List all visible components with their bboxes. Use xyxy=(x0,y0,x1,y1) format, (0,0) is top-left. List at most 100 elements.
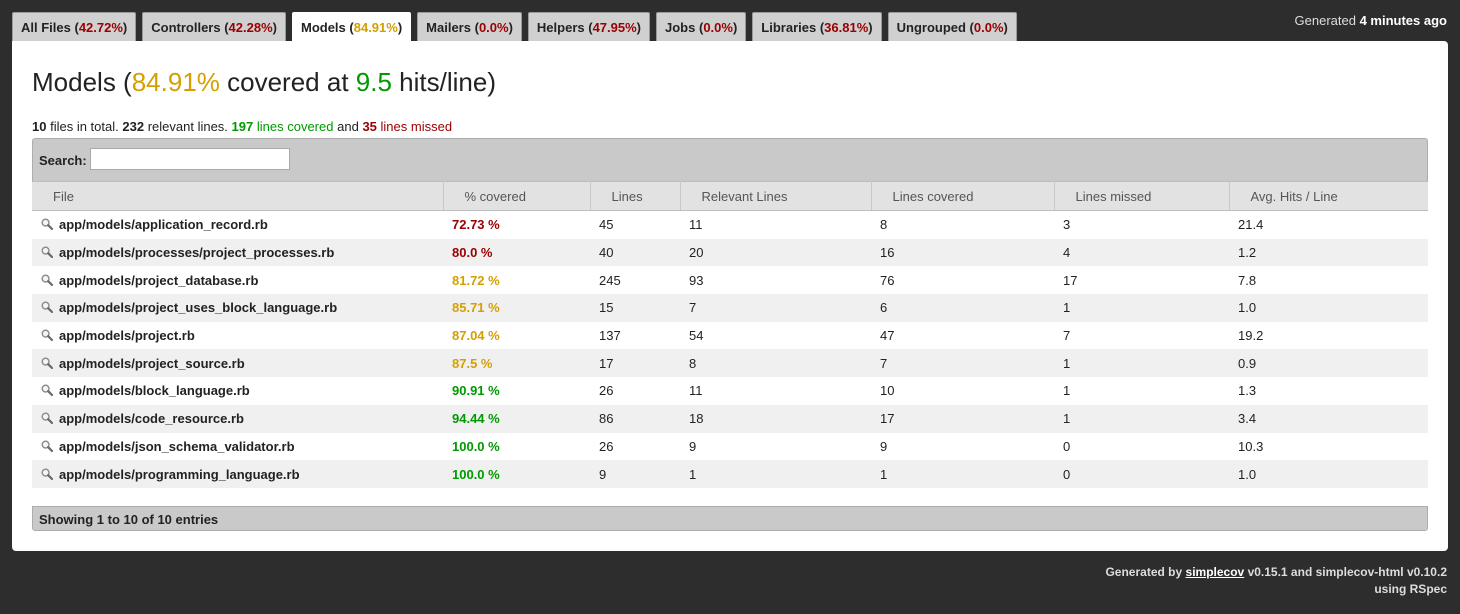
relevant-cell: 18 xyxy=(680,404,871,433)
tab-libraries[interactable]: Libraries (36.81%) xyxy=(752,12,882,41)
lines-cell: 45 xyxy=(590,210,680,239)
search-bar: Search: xyxy=(32,138,1428,181)
avg-hits-cell: 1.0 xyxy=(1229,460,1428,488)
lines-cell: 9 xyxy=(590,460,680,488)
missed-cell: 4 xyxy=(1054,238,1229,267)
file-cell: app/models/project.rb xyxy=(32,321,443,350)
covered-cell: 6 xyxy=(871,294,1054,322)
covered-cell: 16 xyxy=(871,238,1054,267)
summary-and: and xyxy=(337,119,359,134)
table-row: app/models/code_resource.rb 94.44 % 86 18 17… xyxy=(32,404,1428,433)
summary-files-text: files in total. xyxy=(50,119,119,134)
tab-percent: 0.0% xyxy=(478,19,509,35)
coverage-cell: 94.44 % xyxy=(443,404,590,433)
column-header[interactable]: Lines xyxy=(590,181,681,211)
covered-cell: 47 xyxy=(871,321,1054,350)
tab-helpers[interactable]: Helpers (47.95%) xyxy=(527,12,651,41)
tab-models[interactable]: Models (84.91%) xyxy=(291,12,412,42)
coverage-cell: 80.0 % xyxy=(443,238,590,267)
file-link[interactable]: app/models/project_database.rb xyxy=(59,273,258,288)
missed-cell: 3 xyxy=(1054,210,1229,239)
coverage-cell: 100.0 % xyxy=(443,432,590,461)
file-link[interactable]: app/models/project.rb xyxy=(59,328,195,343)
file-link[interactable]: app/models/block_language.rb xyxy=(59,383,250,398)
lines-cell: 26 xyxy=(590,377,680,405)
tab-ungrouped[interactable]: Ungrouped (0.0%) xyxy=(887,12,1017,41)
tab-percent: 0.0% xyxy=(703,19,733,35)
coverage-cell: 81.72 % xyxy=(443,266,590,295)
avg-hits-cell: 7.8 xyxy=(1229,266,1428,295)
table-row: app/models/programming_language.rb 100.0 … xyxy=(32,460,1428,488)
tab-controllers[interactable]: Controllers (42.28%) xyxy=(142,12,286,41)
file-link[interactable]: app/models/project_source.rb xyxy=(59,356,245,371)
tab-percent: 47.95% xyxy=(592,19,637,35)
file-link[interactable]: app/models/json_schema_validator.rb xyxy=(59,439,295,454)
tab-label: Models xyxy=(300,20,346,35)
column-header[interactable]: Lines covered xyxy=(871,181,1055,211)
magnifier-icon xyxy=(41,440,54,452)
table-row: app/models/processes/project_processes.r… xyxy=(32,238,1428,267)
page-title: Models (84.91% covered at 9.5 hits/line) xyxy=(32,67,496,97)
tab-percent: 0.0% xyxy=(973,19,1004,35)
tab-label: All Files xyxy=(21,19,71,35)
generated-value: 4 minutes ago xyxy=(1359,13,1447,28)
footer-runner: using RSpec xyxy=(1374,582,1447,596)
missed-cell: 17 xyxy=(1054,266,1229,295)
avg-hits-cell: 10.3 xyxy=(1229,432,1428,461)
column-header[interactable]: Relevant Lines xyxy=(680,181,872,211)
tab-percent: 42.72% xyxy=(78,19,123,35)
covered-cell: 1 xyxy=(871,460,1054,488)
tab-label: Mailers xyxy=(426,19,471,35)
missed-cell: 0 xyxy=(1054,460,1229,488)
column-header[interactable]: File xyxy=(32,181,444,211)
table-row: app/models/project.rb 87.04 % 137 54 47 7 19.2 xyxy=(32,321,1428,350)
missed-cell: 1 xyxy=(1054,349,1229,378)
avg-hits-cell: 0.9 xyxy=(1229,349,1428,378)
column-header[interactable]: Lines missed xyxy=(1054,181,1230,211)
tab-label: Helpers xyxy=(536,19,585,35)
tab-mailers[interactable]: Mailers (0.0%) xyxy=(417,12,522,41)
title-percent: 84.91% xyxy=(131,67,220,97)
avg-hits-cell: 1.0 xyxy=(1229,294,1428,322)
lines-cell: 15 xyxy=(590,294,680,322)
summary-covered-text: lines covered xyxy=(256,119,334,134)
avg-hits-cell: 1.3 xyxy=(1229,377,1428,405)
missed-cell: 1 xyxy=(1054,404,1229,433)
column-header[interactable]: Avg. Hits / Line xyxy=(1229,181,1428,211)
avg-hits-cell: 3.4 xyxy=(1229,404,1428,433)
summary-missed-text: lines missed xyxy=(380,119,453,134)
tab-percent: 36.81% xyxy=(824,19,869,35)
footer: Generated by simplecov v0.15.1 and simpl… xyxy=(1105,564,1447,598)
file-cell: app/models/block_language.rb xyxy=(32,377,443,405)
avg-hits-cell: 1.2 xyxy=(1229,238,1428,267)
missed-cell: 0 xyxy=(1054,432,1229,461)
relevant-cell: 11 xyxy=(680,377,871,405)
file-link[interactable]: app/models/code_resource.rb xyxy=(59,411,244,426)
file-link[interactable]: app/models/application_record.rb xyxy=(59,217,268,232)
magnifier-icon xyxy=(41,384,54,397)
file-link[interactable]: app/models/project_uses_block_language.r… xyxy=(59,300,337,315)
title-mid: covered at xyxy=(227,67,349,97)
lines-cell: 26 xyxy=(590,432,680,461)
lines-cell: 245 xyxy=(590,266,680,295)
tab-percent: 84.91% xyxy=(353,20,398,35)
group-tabs: All Files (42.72%) Controllers (42.28%) Mo… xyxy=(12,12,1023,42)
column-header[interactable]: % covered xyxy=(443,181,591,211)
magnifier-icon xyxy=(41,468,54,480)
simplecov-link[interactable]: simplecov xyxy=(1186,565,1245,579)
tab-all-files[interactable]: All Files (42.72%) xyxy=(12,12,137,41)
table-row: app/models/project_database.rb 81.72 % 245… xyxy=(32,266,1428,295)
summary-relevant-count: 232 xyxy=(122,119,145,134)
lines-cell: 40 xyxy=(590,238,680,267)
search-label: Search: xyxy=(39,153,87,168)
file-cell: app/models/project_uses_block_language.r… xyxy=(32,294,443,322)
file-link[interactable]: app/models/programming_language.rb xyxy=(59,467,300,482)
avg-hits-cell: 19.2 xyxy=(1229,321,1428,350)
summary-covered-count: 197 xyxy=(231,119,254,134)
tab-jobs[interactable]: Jobs (0.0%) xyxy=(656,12,747,41)
file-link[interactable]: app/models/processes/project_processes.r… xyxy=(59,245,334,260)
generated-time: Generated 4 minutes ago xyxy=(1295,13,1447,28)
tab-label: Controllers xyxy=(151,19,221,35)
search-input[interactable] xyxy=(90,148,290,170)
covered-cell: 8 xyxy=(871,210,1054,239)
